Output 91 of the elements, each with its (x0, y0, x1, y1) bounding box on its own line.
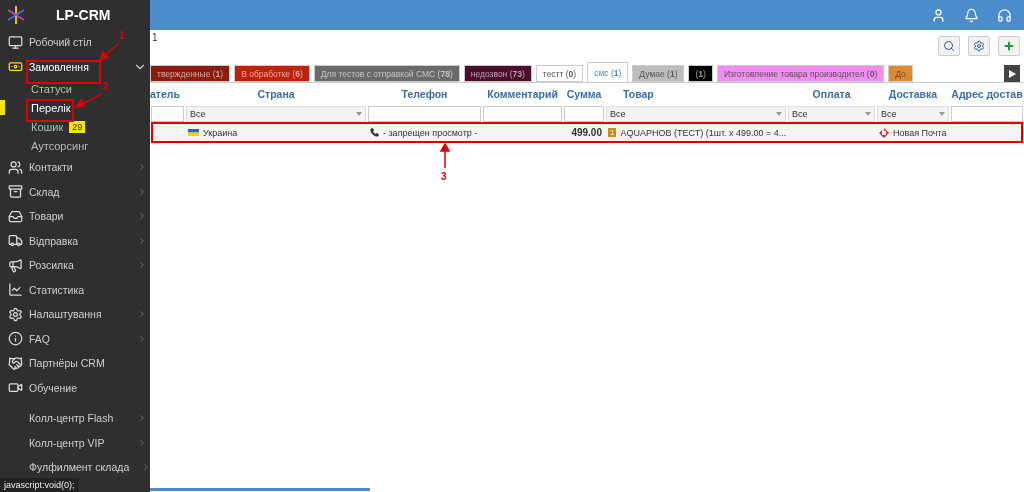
truck-icon (7, 233, 23, 249)
arrow-icon (74, 93, 103, 108)
inbox-icon (7, 208, 23, 224)
arrow-icon (439, 142, 451, 169)
highlight-frame (26, 99, 74, 122)
status-tab[interactable]: твержденные (1) (150, 65, 231, 82)
filter-select[interactable]: Все (186, 106, 366, 122)
search-icon (943, 40, 955, 52)
submenu-item[interactable]: Аутсорсинг (31, 139, 89, 152)
status-tab[interactable]: Изготовление товара производител (0) (716, 65, 885, 82)
flag-icon (188, 129, 199, 136)
submenu-item[interactable]: Статуси (31, 82, 72, 95)
menu-item[interactable]: Фулфилмент склада (29, 461, 130, 474)
user-icon[interactable] (931, 7, 946, 23)
menu-item[interactable]: Товари (29, 210, 64, 223)
count-badge: 29 (69, 120, 86, 133)
settings-icon (7, 306, 23, 322)
filter-select[interactable]: Все (606, 106, 786, 122)
line-chart-icon (7, 282, 23, 298)
filter-select[interactable]: Все (877, 106, 949, 122)
column-header[interactable]: Сумма (563, 83, 605, 105)
status-tab[interactable]: смс (1) (587, 62, 629, 82)
product-text: AQUAPHOB (ТЕСТ) (1шт. x 499.00 = 4... (620, 127, 787, 138)
column-header[interactable]: Адрес достав (950, 83, 1024, 105)
column-header[interactable]: атель (150, 83, 185, 105)
column-header[interactable]: Товар (605, 83, 787, 105)
bell-icon[interactable] (964, 7, 979, 23)
filter-field[interactable] (368, 106, 481, 122)
brand-name: LP-CRM (56, 7, 111, 23)
menu-item[interactable]: Колл-центр Flash (29, 412, 114, 425)
delivery-logo-icon (879, 127, 889, 138)
column-header[interactable]: Доставка (876, 83, 950, 105)
info-icon (7, 331, 23, 347)
menu-item[interactable]: Обучение (29, 381, 77, 394)
monitor-icon (7, 34, 23, 50)
menu-item[interactable]: Контакти (29, 161, 73, 174)
status-tab[interactable]: Думае (1) (632, 65, 685, 82)
active-marker (0, 100, 5, 115)
dropdown-arrow-icon (356, 112, 362, 116)
annotation-number: 1 (119, 30, 125, 41)
filter-select[interactable]: Все (788, 106, 875, 122)
submenu-item[interactable]: Кошик (31, 120, 64, 133)
page-number: 1 (152, 32, 158, 43)
delivery-text: Новая Почта (893, 127, 947, 138)
filter-field[interactable] (483, 106, 562, 122)
menu-item[interactable]: Колл-центр VIP (29, 436, 105, 449)
status-tab[interactable]: недозвон (73) (463, 65, 532, 82)
country-name: Украина (203, 127, 238, 138)
annotation-number: 3 (441, 171, 447, 182)
megaphone-icon (7, 257, 23, 273)
filter-field[interactable] (951, 106, 1023, 122)
horizontal-scrollbar[interactable] (150, 488, 370, 491)
archive-icon (7, 184, 23, 200)
submenu-item[interactable]: Перелік (31, 101, 71, 114)
settings-icon (973, 40, 985, 52)
headset-icon[interactable] (997, 7, 1012, 23)
annotation-number: 2 (103, 81, 109, 92)
search-button[interactable] (938, 36, 960, 56)
status-tab[interactable]: (1) (688, 65, 713, 82)
dropdown-arrow-icon (939, 112, 945, 116)
phone-icon (370, 128, 379, 137)
menu-item[interactable]: Замовлення (29, 60, 89, 73)
plus-icon (1003, 40, 1015, 52)
users-icon (7, 159, 23, 175)
menu-item[interactable]: Відправка (29, 234, 79, 247)
menu-item[interactable]: Розсилка (29, 259, 74, 272)
column-header[interactable]: Страна (185, 83, 367, 105)
settings-button[interactable] (968, 36, 990, 56)
scroll-right-button[interactable] (1004, 65, 1020, 82)
handshake-icon (7, 355, 23, 371)
status-tab[interactable]: тестт (0) (535, 65, 584, 82)
logo-icon (6, 4, 26, 26)
status-url: javascript:void(0); (0, 478, 79, 492)
play-triangle-icon (1008, 69, 1016, 78)
menu-item[interactable]: Робочий стіл (29, 36, 92, 49)
menu-item[interactable]: FAQ (29, 332, 50, 345)
column-header[interactable]: Оплата (787, 83, 876, 105)
menu-item[interactable]: Налаштування (29, 308, 102, 321)
add-button[interactable] (998, 36, 1020, 56)
dropdown-arrow-icon (865, 112, 871, 116)
arrow-icon (98, 43, 119, 62)
phone-text: - запрещен просмотр - (383, 127, 478, 138)
filter-field[interactable] (564, 106, 604, 122)
menu-item[interactable]: Склад (29, 185, 60, 198)
menu-item[interactable]: Партнёры CRM (29, 357, 105, 370)
filter-field[interactable] (151, 106, 184, 122)
quantity-badge: 1 (608, 128, 617, 137)
menu-item[interactable]: Статистика (29, 283, 85, 296)
column-header[interactable]: Телефон (367, 83, 482, 105)
column-header[interactable]: Комментарий (482, 83, 563, 105)
dropdown-arrow-icon (776, 112, 782, 116)
